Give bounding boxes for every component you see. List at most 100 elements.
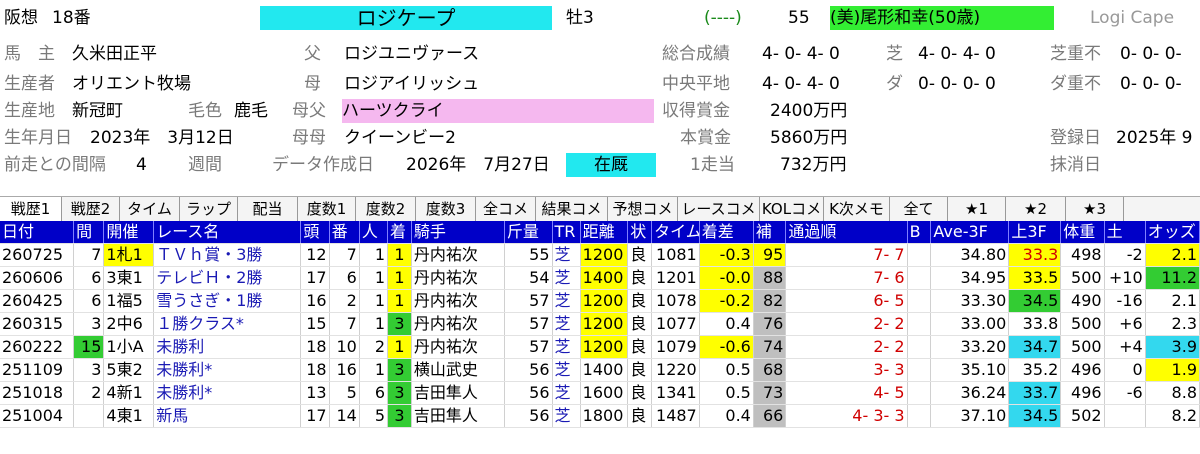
cell-race: 未勝利*	[153, 358, 302, 382]
cell-wt: 498	[1060, 243, 1105, 267]
table-row[interactable]: 260725 7 1札1 ＴＶｈ賞・3勝 12 7 1 1 丹内祐次 55 芝 1200 良 1081 -0…	[0, 243, 1200, 267]
cell-chg: +10	[1104, 266, 1146, 290]
cell-jockey: 丹内祐次	[411, 335, 505, 359]
cell-rank: 3	[387, 404, 412, 428]
cell-num: 10	[329, 335, 360, 359]
tab-16[interactable]: ★2	[1006, 197, 1066, 221]
tab-10[interactable]: 予想コメ	[608, 197, 678, 221]
tab-17[interactable]: ★3	[1066, 197, 1124, 221]
col-header-2[interactable]: 開催	[103, 221, 155, 244]
col-header-0[interactable]: 日付	[0, 221, 75, 244]
cell-ave: 33.20	[930, 335, 1010, 359]
prize-value: 5860万円	[770, 128, 848, 148]
tab-5[interactable]: 度数1	[298, 197, 356, 221]
col-header-9[interactable]: 斤量	[504, 221, 553, 244]
cell-pop: 1	[359, 266, 389, 290]
cell-rank: 1	[387, 243, 412, 267]
cell-date: 251018	[0, 381, 75, 405]
col-header-19[interactable]: 上3F	[1008, 221, 1062, 244]
cell-num: 5	[329, 381, 360, 405]
cell-odds: 8.2	[1145, 404, 1200, 428]
tab-11[interactable]: レースコメ	[678, 197, 760, 221]
horse-romaji: Logi Cape	[1090, 8, 1175, 28]
cell-dist: 1600	[580, 381, 629, 405]
cell-ave: 37.10	[930, 404, 1010, 428]
col-header-16[interactable]: 通過順	[785, 221, 908, 244]
col-header-11[interactable]: 距離	[580, 221, 629, 244]
cell-num: 6	[329, 266, 360, 290]
col-header-13[interactable]: タイム	[651, 221, 700, 244]
cell-diff: 0.5	[699, 381, 754, 405]
cell-time: 1081	[651, 243, 700, 267]
col-header-3[interactable]: レース名	[153, 221, 302, 244]
table-row[interactable]: 251004 4東1 新馬 17 14 5 3 吉田隼人 56 芝 1800 良 1487 0.4 66 4-…	[0, 404, 1200, 428]
cell-kin: 57	[504, 335, 553, 359]
tab-14[interactable]: 全て	[890, 197, 948, 221]
dirt-heavy-value: 0- 0- 0-	[1120, 74, 1182, 94]
cell-time: 1220	[651, 358, 700, 382]
table-row[interactable]: 260606 6 3東1 テレビＨ・2勝 17 6 1 1 丹内祐次 54 芝 1400 良 1201 -0…	[0, 266, 1200, 290]
col-header-1[interactable]: 間	[73, 221, 105, 244]
cell-up: 33.3	[1008, 243, 1062, 267]
cell-odds: 2.1	[1145, 243, 1200, 267]
cell-tr: 芝	[552, 381, 581, 405]
earned-label: 収得賞金	[662, 101, 730, 121]
birthplace-value: 新冠町	[72, 101, 123, 121]
col-header-8[interactable]: 騎手	[411, 221, 505, 244]
cell-date: 260425	[0, 289, 75, 313]
cell-date: 251004	[0, 404, 75, 428]
table-row[interactable]: 260315 3 2中6 １勝クラス* 15 7 1 3 丹内祐次 57 芝 1200 良 1077 0.4…	[0, 312, 1200, 336]
col-header-14[interactable]: 着差	[699, 221, 754, 244]
cell-meet: 2中6	[103, 312, 155, 336]
cell-time: 1341	[651, 381, 700, 405]
tab-8[interactable]: 全コメ	[476, 197, 536, 221]
table-row[interactable]: 251109 3 5東2 未勝利* 18 16 1 3 横山武史 56 芝 1400 良 1220 0.5 6…	[0, 358, 1200, 382]
col-header-6[interactable]: 人	[359, 221, 389, 244]
tab-0[interactable]: 戦歴1	[0, 197, 62, 221]
cell-cond: 良	[627, 381, 653, 405]
tab-6[interactable]: 度数2	[356, 197, 416, 221]
col-header-17[interactable]: B	[907, 221, 932, 244]
cell-pass: 6- 5	[785, 289, 908, 313]
cell-tr: 芝	[552, 358, 581, 382]
cell-race: テレビＨ・2勝	[153, 266, 302, 290]
cell-ave: 34.95	[930, 266, 1010, 290]
cell-cond: 良	[627, 289, 653, 313]
cell-jockey: 横山武史	[411, 358, 505, 382]
cell-pop: 6	[359, 381, 389, 405]
table-row[interactable]: 251018 2 4新1 未勝利* 13 5 6 3 吉田隼人 56 芝 1600 良 1341 0.5 73…	[0, 381, 1200, 405]
col-header-22[interactable]: オッズ	[1145, 221, 1200, 244]
cell-kin: 54	[504, 266, 553, 290]
tab-12[interactable]: KOLコメ	[760, 197, 824, 221]
col-header-12[interactable]: 状	[627, 221, 653, 244]
cell-gap: 6	[73, 289, 105, 313]
cell-b	[907, 289, 932, 313]
cell-time: 1078	[651, 289, 700, 313]
col-header-10[interactable]: TR	[552, 221, 581, 244]
turf-value: 4- 0- 4- 0	[918, 44, 996, 64]
cell-pop: 2	[359, 335, 389, 359]
tab-1[interactable]: 戦歴2	[62, 197, 120, 221]
created-value: 2026年 7月27日	[406, 155, 550, 175]
tab-7[interactable]: 度数3	[416, 197, 476, 221]
tab-15[interactable]: ★1	[948, 197, 1006, 221]
horse-name: ロジケープ	[260, 6, 552, 30]
tab-2[interactable]: タイム	[120, 197, 180, 221]
tab-9[interactable]: 結果コメ	[536, 197, 608, 221]
col-header-7[interactable]: 着	[387, 221, 412, 244]
cell-race: 未勝利*	[153, 381, 302, 405]
table-row[interactable]: 260222 15 1小A 未勝利 18 10 2 1 丹内祐次 57 芝 1200 良 1079 -0.6…	[0, 335, 1200, 359]
col-header-20[interactable]: 体重	[1060, 221, 1105, 244]
col-header-5[interactable]: 番	[329, 221, 360, 244]
cell-tr: 芝	[552, 266, 581, 290]
col-header-15[interactable]: 補	[753, 221, 787, 244]
col-header-4[interactable]: 頭	[300, 221, 330, 244]
col-header-18[interactable]: Ave-3F	[930, 221, 1010, 244]
col-header-21[interactable]: 土	[1104, 221, 1146, 244]
birthplace-label: 生産地	[4, 101, 55, 121]
tab-13[interactable]: K次メモ	[824, 197, 890, 221]
tab-3[interactable]: ラップ	[180, 197, 238, 221]
cell-tr: 芝	[552, 289, 581, 313]
table-row[interactable]: 260425 6 1福5 雪うさぎ・1勝 16 2 1 1 丹内祐次 57 芝 1200 良 1078 -0…	[0, 289, 1200, 313]
tab-4[interactable]: 配当	[238, 197, 298, 221]
